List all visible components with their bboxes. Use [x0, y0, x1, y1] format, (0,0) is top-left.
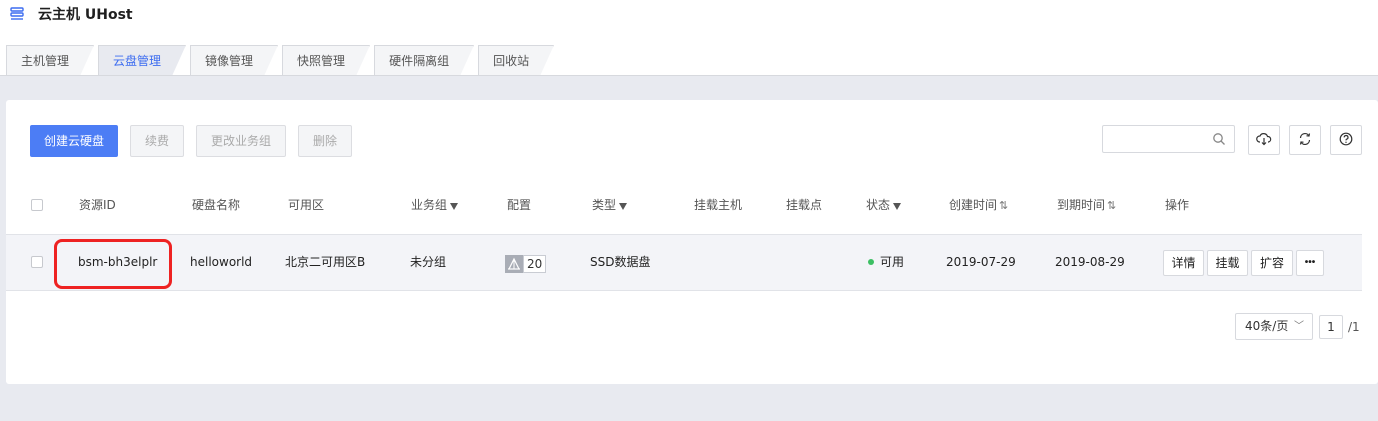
col-zone: 可用区	[288, 198, 325, 212]
col-status-label: 状态	[866, 198, 891, 212]
more-actions-button[interactable]: •••	[1296, 250, 1324, 276]
status-badge: 可用	[880, 255, 905, 269]
app-header: 云主机 UHost	[10, 4, 133, 24]
col-group[interactable]: 业务组	[411, 188, 459, 234]
filter-icon[interactable]	[450, 203, 459, 210]
col-actions: 操作	[1165, 198, 1190, 212]
chevron-down-icon: ﹀	[1294, 321, 1304, 332]
col-group-label: 业务组	[411, 198, 448, 212]
help-button[interactable]	[1330, 125, 1362, 155]
col-resource-id: 资源ID	[79, 198, 116, 212]
create-disk-button[interactable]: 创建云硬盘	[30, 125, 118, 157]
disk-size-value: 20	[523, 255, 547, 273]
expand-button[interactable]: 扩容	[1251, 250, 1293, 276]
tab-label: 硬件隔离组	[389, 54, 450, 68]
col-type-label: 类型	[592, 198, 617, 212]
tab-disk-management[interactable]: 云盘管理	[98, 45, 187, 76]
tab-bar: 主机管理 云盘管理 镜像管理 快照管理 硬件隔离组 回收站	[6, 45, 558, 76]
tab-isolation-group[interactable]: 硬件隔离组	[374, 45, 475, 76]
tab-label: 主机管理	[21, 54, 70, 68]
change-group-button[interactable]: 更改业务组	[196, 125, 286, 157]
disk-type-icon	[505, 255, 523, 273]
tab-label: 回收站	[493, 54, 530, 68]
tab-label: 快照管理	[297, 54, 346, 68]
detail-button[interactable]: 详情	[1163, 250, 1204, 276]
current-page-input[interactable]: 1	[1319, 315, 1343, 339]
cell-config: 20	[505, 255, 547, 273]
row-checkbox[interactable]	[31, 256, 43, 268]
sort-icon[interactable]: ⇅	[999, 199, 1008, 212]
select-all-checkbox[interactable]	[31, 199, 43, 211]
table-header: 资源ID 硬盘名称 可用区 业务组 配置 类型 挂载主机 挂载点 状态 创建时间…	[6, 188, 1362, 234]
tab-label: 云盘管理	[113, 54, 162, 68]
tab-host-management[interactable]: 主机管理	[6, 45, 95, 76]
tab-label: 镜像管理	[205, 54, 254, 68]
filter-icon[interactable]	[893, 203, 902, 210]
mount-button[interactable]: 挂载	[1207, 250, 1248, 276]
tab-snapshot-management[interactable]: 快照管理	[282, 45, 371, 76]
cell-type: SSD数据盘	[590, 255, 651, 269]
table-row[interactable]: bsm-bh3elplr helloworld 北京二可用区B 未分组 20 S…	[6, 234, 1362, 291]
col-expires-label: 到期时间	[1057, 198, 1106, 212]
col-created[interactable]: 创建时间 ⇅	[949, 188, 1008, 234]
tab-image-management[interactable]: 镜像管理	[190, 45, 279, 76]
col-mount-host: 挂载主机	[694, 198, 743, 212]
search-input[interactable]	[1102, 125, 1235, 153]
search-icon[interactable]	[1212, 132, 1226, 146]
page-title: 云主机 UHost	[38, 7, 133, 23]
filter-icon[interactable]	[619, 203, 628, 210]
delete-button[interactable]: 删除	[298, 125, 352, 157]
page-size-value: 40条/页	[1245, 319, 1289, 333]
tab-recycle-bin[interactable]: 回收站	[478, 45, 555, 76]
cell-zone: 北京二可用区B	[285, 255, 366, 269]
cloud-download-icon	[1256, 132, 1272, 149]
disk-list-panel: 创建云硬盘 续费 更改业务组 删除 资源ID 硬盘名称 可用区 业务组 配置 类…	[6, 100, 1378, 384]
col-status[interactable]: 状态	[866, 188, 902, 234]
refresh-button[interactable]	[1289, 125, 1321, 155]
cell-group: 未分组	[410, 255, 447, 269]
col-expires[interactable]: 到期时间 ⇅	[1057, 188, 1116, 234]
page-size-select[interactable]: 40条/页 ﹀	[1235, 313, 1313, 340]
cell-status: 可用	[868, 235, 904, 290]
col-config: 配置	[507, 198, 532, 212]
top-bar: 云主机 UHost 主机管理 云盘管理 镜像管理 快照管理 硬件隔离组 回收站	[0, 0, 1378, 76]
download-button[interactable]	[1248, 125, 1280, 155]
sort-icon[interactable]: ⇅	[1107, 199, 1116, 212]
status-dot-icon	[868, 259, 874, 265]
menu-icon[interactable]	[10, 7, 24, 21]
help-icon	[1339, 132, 1353, 149]
renew-button[interactable]: 续费	[130, 125, 184, 157]
cell-disk-name: helloworld	[190, 255, 253, 269]
total-pages: /1	[1348, 320, 1360, 334]
col-created-label: 创建时间	[949, 198, 998, 212]
col-mount-point: 挂载点	[786, 198, 823, 212]
col-type[interactable]: 类型	[592, 188, 628, 234]
refresh-icon	[1298, 132, 1312, 149]
cell-created: 2019-07-29	[946, 255, 1016, 269]
tab-divider	[0, 75, 1378, 76]
cell-resource-id[interactable]: bsm-bh3elplr	[78, 235, 157, 290]
col-disk-name: 硬盘名称	[192, 198, 241, 212]
cell-expires: 2019-08-29	[1055, 255, 1125, 269]
